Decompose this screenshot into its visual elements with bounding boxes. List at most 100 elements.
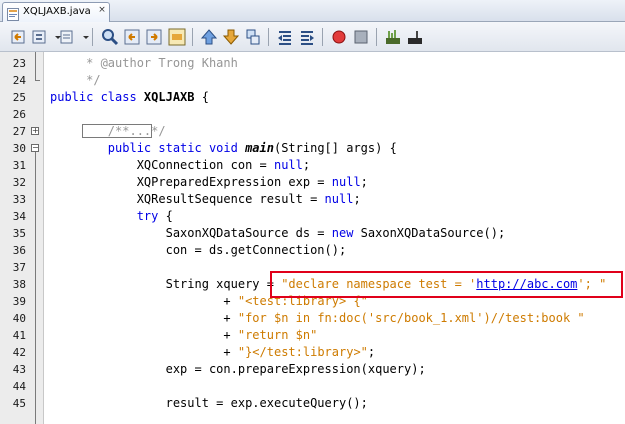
code-token: SaxonXQDataSource();	[353, 226, 506, 240]
code-line[interactable]: 36 con = ds.getConnection();	[0, 242, 625, 259]
code-token: ;	[353, 192, 361, 206]
file-tab-label: XQLJAXB.java	[23, 6, 91, 17]
line-number: 44	[12, 380, 26, 393]
code-token: "return $n"	[237, 328, 318, 342]
code-token: +	[50, 328, 238, 342]
code-token: ;	[302, 158, 311, 172]
find-next-icon[interactable]	[145, 28, 163, 46]
comment-icon[interactable]	[384, 28, 402, 46]
code-text: XQPreparedExpression exp = null;	[50, 174, 368, 191]
code-text: try {	[50, 208, 173, 225]
back-icon[interactable]	[10, 28, 28, 46]
line-number: 31	[12, 159, 26, 172]
code-line[interactable]: 27 /**...*/+	[0, 123, 625, 140]
code-token: ;	[367, 345, 376, 359]
line-number: 33	[12, 193, 26, 206]
forward-icon[interactable]	[31, 28, 49, 46]
editor-tab-bar: XQLJAXB.java ×	[0, 0, 625, 22]
shift-right-icon[interactable]	[298, 28, 316, 46]
toolbar-separator	[376, 28, 377, 46]
document-icon[interactable]	[58, 28, 76, 46]
code-line[interactable]: 42 + "}</test:library>";	[0, 344, 625, 361]
toggle-bookmark-icon[interactable]	[244, 28, 262, 46]
find-previous-icon[interactable]	[123, 28, 141, 46]
highlight-annotation-box	[270, 271, 623, 298]
toolbar-separator	[322, 28, 323, 46]
code-line[interactable]: 25 public class XQLJAXB {	[0, 89, 625, 106]
code-token: XQPreparedExpression exp =	[50, 175, 332, 189]
code-token: public class	[50, 90, 144, 104]
code-token: +	[50, 345, 238, 359]
code-line[interactable]: 32 XQPreparedExpression exp = null;	[0, 174, 625, 191]
code-token: public static void	[50, 141, 246, 155]
code-token: +	[50, 294, 238, 308]
file-tab[interactable]: XQLJAXB.java ×	[2, 2, 110, 22]
code-token: XQResultSequence result =	[50, 192, 325, 206]
code-text: + "}</test:library>";	[50, 344, 375, 361]
line-number: 35	[12, 227, 26, 240]
line-number: 23	[12, 57, 26, 70]
code-text: XQResultSequence result = null;	[50, 191, 361, 208]
code-text: SaxonXQDataSource ds = new SaxonXQDataSo…	[50, 225, 506, 242]
code-line[interactable]: 30 public static void main(String[] args…	[0, 140, 625, 157]
code-line[interactable]: 34 try {	[0, 208, 625, 225]
chevron-down-icon[interactable]	[49, 28, 61, 46]
code-token: result = exp.executeQuery();	[50, 396, 368, 410]
code-editor[interactable]: 23 * @author Trong Khanh 24 */ 25 public cl…	[0, 52, 625, 424]
stop-macro-icon[interactable]	[352, 28, 370, 46]
line-number: 37	[12, 261, 26, 274]
line-number: 34	[12, 210, 26, 223]
find-icon[interactable]	[101, 28, 119, 46]
start-macro-icon[interactable]	[330, 28, 348, 46]
code-line[interactable]: 24 */	[0, 72, 625, 89]
line-number: 27	[12, 125, 26, 138]
code-line[interactable]: 44	[0, 378, 625, 395]
code-line[interactable]: 45 result = exp.executeQuery();	[0, 395, 625, 412]
line-number: 38	[12, 278, 26, 291]
code-line[interactable]: 33 XQResultSequence result = null;	[0, 191, 625, 208]
java-file-icon	[7, 6, 19, 21]
code-token: +	[50, 311, 238, 325]
toggle-highlight-icon[interactable]	[168, 28, 186, 46]
fold-collapse-icon[interactable]: −	[31, 144, 39, 152]
fold-expand-icon[interactable]: +	[31, 127, 39, 135]
code-line[interactable]: 23 * @author Trong Khanh	[0, 55, 625, 72]
code-line[interactable]: 26	[0, 106, 625, 123]
code-line[interactable]: 35 SaxonXQDataSource ds = new SaxonXQDat…	[0, 225, 625, 242]
code-text: public class XQLJAXB {	[50, 89, 209, 106]
toolbar-separator	[92, 28, 93, 46]
chevron-down-icon[interactable]	[77, 28, 89, 46]
code-token: XQLJAXB	[143, 90, 195, 104]
line-number: 30	[12, 142, 26, 155]
previous-bookmark-icon[interactable]	[200, 28, 218, 46]
line-number: 25	[12, 91, 26, 104]
line-number: 45	[12, 397, 26, 410]
code-token: null	[324, 192, 354, 206]
line-number: 36	[12, 244, 26, 257]
code-token: con = ds.getConnection();	[50, 243, 347, 257]
code-line[interactable]: 41 + "return $n"	[0, 327, 625, 344]
collapsed-comment-box[interactable]	[82, 124, 152, 138]
code-text: */	[50, 72, 100, 89]
code-line[interactable]: 43 exp = con.prepareExpression(xquery);	[0, 361, 625, 378]
code-token: main	[245, 141, 274, 155]
code-token: XQConnection con =	[50, 158, 274, 172]
fold-guide-line	[35, 52, 36, 80]
next-bookmark-icon[interactable]	[222, 28, 240, 46]
code-token: {	[158, 209, 173, 223]
code-text: con = ds.getConnection();	[50, 242, 347, 259]
line-number: 43	[12, 363, 26, 376]
toolbar-separator	[268, 28, 269, 46]
code-line[interactable]: 31 XQConnection con = null;	[0, 157, 625, 174]
line-number: 40	[12, 312, 26, 325]
fold-guide-line	[35, 152, 36, 424]
line-number: 42	[12, 346, 26, 359]
shift-left-icon[interactable]	[276, 28, 294, 46]
code-line[interactable]: 40 + "for $n in fn:doc('src/book_1.xml')…	[0, 310, 625, 327]
code-text: result = exp.executeQuery();	[50, 395, 368, 412]
code-token: ;	[360, 175, 368, 189]
code-token: exp = con.prepareExpression(xquery);	[50, 362, 426, 376]
close-icon[interactable]: ×	[97, 5, 107, 17]
uncomment-icon[interactable]	[406, 28, 424, 46]
code-text: + "return $n"	[50, 327, 317, 344]
